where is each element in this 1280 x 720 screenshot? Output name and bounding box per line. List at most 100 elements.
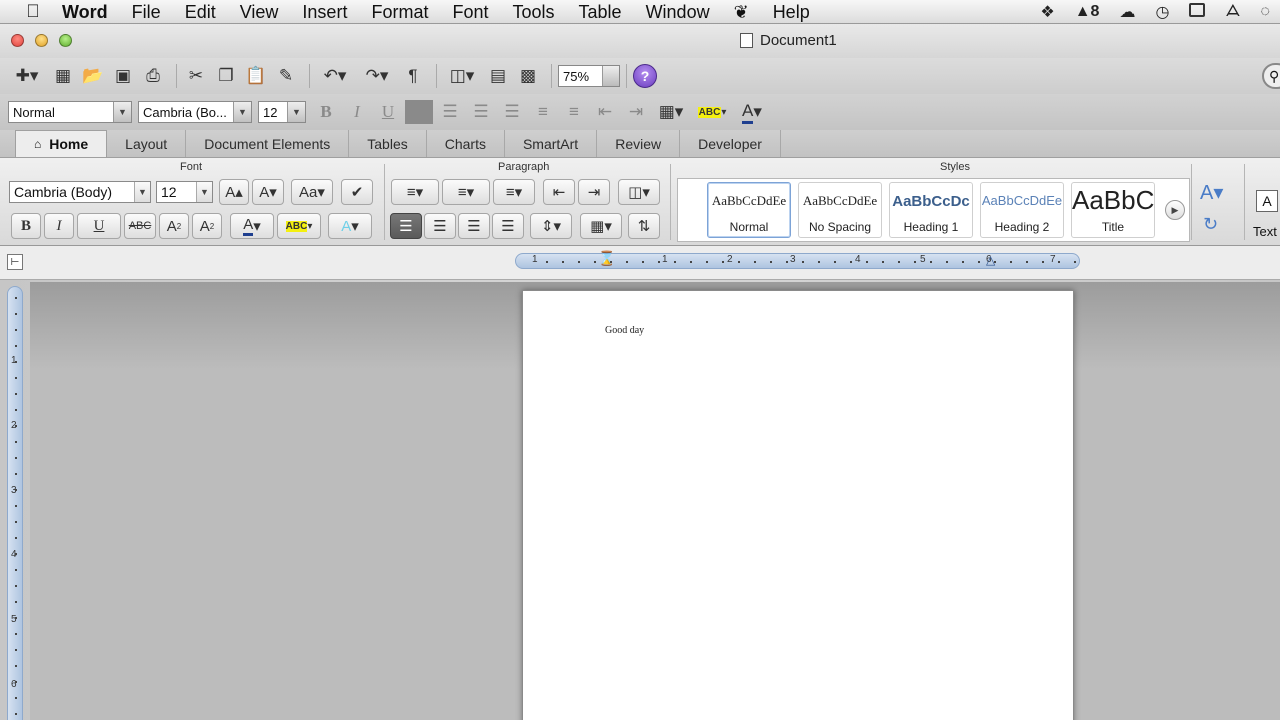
menu-tools[interactable]: Tools [501,0,567,24]
open-icon[interactable]: 📂 [80,63,106,89]
minimize-window-button[interactable] [35,34,48,47]
redo-icon[interactable]: ↷▾ [358,63,396,89]
multilevel-list-icon[interactable]: ≡▾ [493,179,535,205]
paste-icon[interactable]: 📋 [243,63,269,89]
menu-font[interactable]: Font [440,0,500,24]
ribbon-size-select[interactable]: 12 ▼ [156,181,213,203]
text-box-label[interactable]: Text [1253,224,1277,239]
ribbon-italic-button[interactable]: I [44,213,74,239]
text-effects-icon[interactable]: A ▾ [328,213,372,239]
style-heading-1[interactable]: AaBbCcDc Heading 1 [889,182,973,238]
underline-button[interactable]: U [374,100,402,124]
tab-home[interactable]: ⌂ Home [15,130,108,157]
style-normal[interactable]: AaBbCcDdEe Normal [707,182,791,238]
align-center-icon[interactable]: ☰ [424,213,456,239]
menu-format[interactable]: Format [359,0,440,24]
close-window-button[interactable] [11,34,24,47]
columns-icon[interactable]: ◫▾ [618,179,660,205]
ribbon-font-select[interactable]: Cambria (Body) ▼ [9,181,151,203]
grow-font-icon[interactable]: A▴ [219,179,249,205]
zoom-select[interactable]: 75% [558,65,620,87]
menu-window[interactable]: Window [634,0,722,24]
numbering-icon[interactable]: ≡▾ [442,179,490,205]
align-left-button[interactable] [405,100,433,124]
time-machine-icon[interactable]: ◷ [1155,2,1169,22]
indent-marker-icon[interactable]: ⌛ [598,250,615,267]
chevron-down-icon[interactable]: ▼ [233,102,251,122]
justify-icon[interactable]: ☰ [492,213,524,239]
shrink-font-icon[interactable]: A▾ [252,179,284,205]
decrease-indent-icon[interactable]: ⇤ [591,100,619,124]
style-refresh-icon[interactable]: ↻ [1203,214,1218,235]
tab-charts[interactable]: Charts [427,130,505,157]
justify-icon[interactable]: ☰ [498,100,526,124]
gallery-icon[interactable]: ▤ [485,63,511,89]
right-indent-marker-icon[interactable]: △ [986,253,995,267]
templates-icon[interactable]: ▦ [50,63,76,89]
new-document-icon[interactable]: ✚▾ [8,63,46,89]
ribbon-highlight-button[interactable]: ABC ▾ [277,213,321,239]
format-painter-icon[interactable]: ✎ [273,63,299,89]
line-spacing-icon[interactable]: ⇕▾ [530,213,572,239]
bullets-icon[interactable]: ≡ [529,100,557,124]
increase-indent-icon[interactable]: ⇥ [622,100,650,124]
text-box-icon[interactable]: A [1256,190,1278,212]
dropbox-icon[interactable]: ❖ [1040,2,1054,22]
cloud-icon[interactable]: ☁ [1119,2,1135,22]
align-center-icon[interactable]: ☰ [436,100,464,124]
italic-button[interactable]: I [343,100,371,124]
size-select[interactable]: 12 ▼ [258,101,306,123]
vertical-ruler[interactable]: 1 2 3 4 5 6 [7,286,23,720]
change-case-icon[interactable]: Aa▾ [291,179,333,205]
chevron-down-icon[interactable]: ▼ [113,102,131,122]
clear-formatting-icon[interactable]: ✔ [341,179,373,205]
decrease-indent-icon[interactable]: ⇤ [543,179,575,205]
borders-icon[interactable]: ▦▾ [653,100,689,124]
font-color-icon[interactable]: A ▾ [735,100,769,124]
menu-view[interactable]: View [228,0,291,24]
menu-help[interactable]: Help [761,0,822,24]
tab-review[interactable]: Review [597,130,681,157]
manage-styles-icon[interactable]: A▾ [1200,180,1223,205]
menu-insert[interactable]: Insert [290,0,359,24]
script-menu-icon[interactable]: ❦ [722,0,761,24]
chevron-down-icon[interactable]: ▼ [287,102,305,122]
search-icon[interactable]: ⚲ [1262,63,1280,89]
chevron-down-icon[interactable]: ▼ [134,182,150,202]
media-browser-icon[interactable]: ▩ [515,63,541,89]
help-icon[interactable]: ? [633,64,657,88]
style-no-spacing[interactable]: AaBbCcDdEe No Spacing [798,182,882,238]
tab-tables[interactable]: Tables [349,130,427,157]
style-title[interactable]: AaBbC Title [1071,182,1155,238]
align-left-button[interactable]: ☰ [390,213,422,239]
save-icon[interactable]: ▣ [110,63,136,89]
menu-file[interactable]: File [120,0,173,24]
undo-icon[interactable]: ↶▾ [316,63,354,89]
style-select[interactable]: Normal ▼ [8,101,132,123]
tab-smartart[interactable]: SmartArt [505,130,598,157]
tab-layout[interactable]: Layout [107,130,187,157]
sort-icon[interactable]: ⇅ [628,213,660,239]
highlight-button[interactable]: ABC ▾ [692,100,732,124]
numbering-icon[interactable]: ≡ [560,100,588,124]
wifi-icon[interactable]: ◌ [1260,3,1270,21]
style-heading-2[interactable]: AaBbCcDdEe Heading 2 [980,182,1064,238]
copy-icon[interactable]: ❐ [213,63,239,89]
apple-icon[interactable]:  [20,1,46,22]
adobe-icon[interactable]: ▲8 [1075,3,1100,21]
menu-edit[interactable]: Edit [173,0,228,24]
font-color-button[interactable]: A ▾ [230,213,274,239]
ruler-tab-selector-icon[interactable]: ⊢ [7,254,23,270]
zoom-window-button[interactable] [59,34,72,47]
bullets-icon[interactable]: ≡▾ [391,179,439,205]
document-text[interactable]: Good day [605,325,644,336]
align-right-icon[interactable]: ☰ [467,100,495,124]
superscript-button[interactable]: A2 [159,213,189,239]
view-sidebar-icon[interactable]: ◫▾ [443,63,481,89]
ribbon-underline-button[interactable]: U [77,213,121,239]
align-right-icon[interactable]: ☰ [458,213,490,239]
print-icon[interactable]: ⎙ [140,63,166,89]
cut-icon[interactable]: ✂ [183,63,209,89]
borders-icon[interactable]: ▦▾ [580,213,622,239]
pilcrow-icon[interactable]: ¶ [400,63,426,89]
